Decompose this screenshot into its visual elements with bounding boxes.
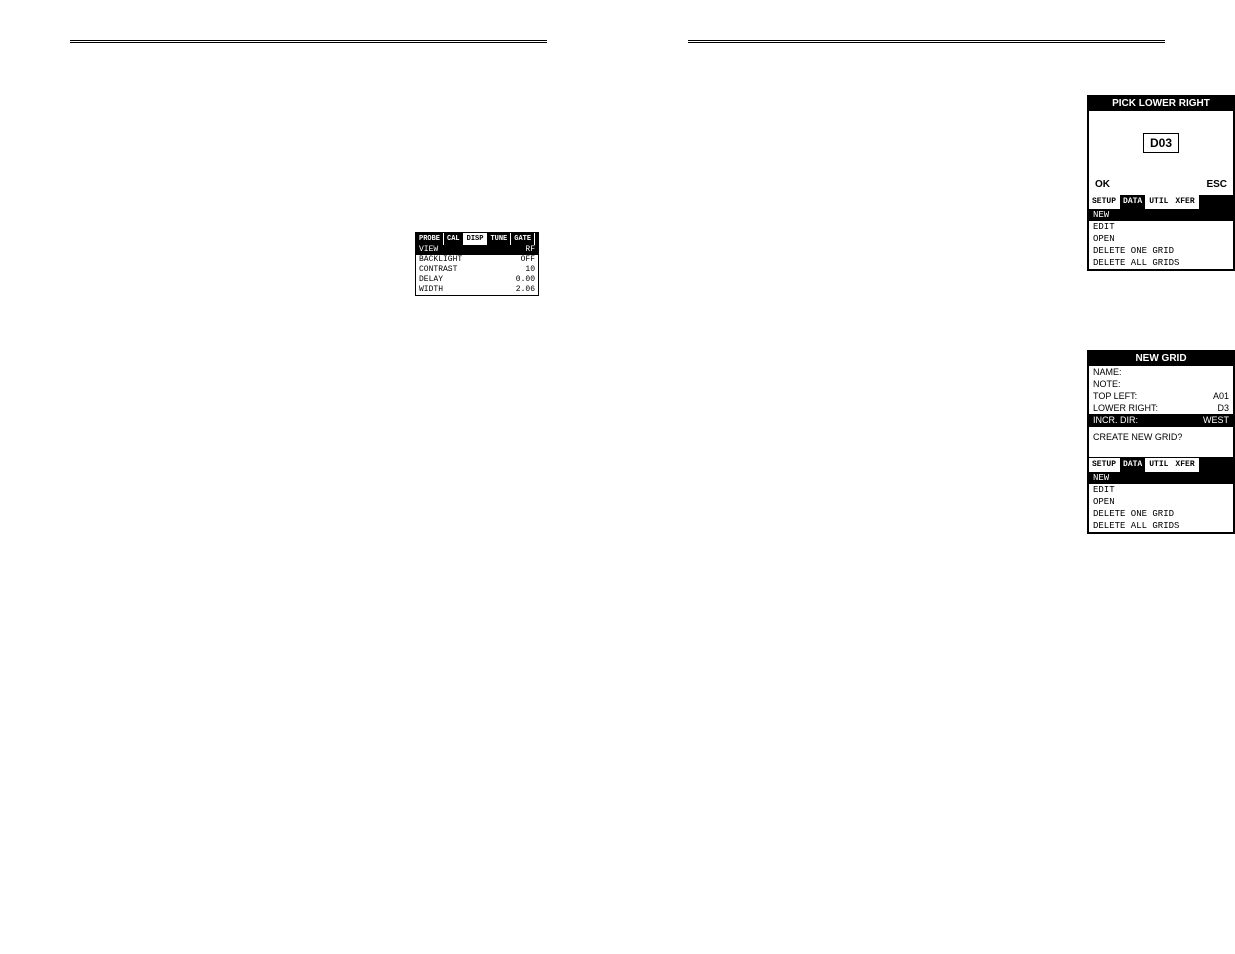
tab-setup[interactable]: SETUP [1089, 458, 1120, 472]
ok-button[interactable]: OK [1095, 179, 1110, 191]
row-label: CONTRAST [419, 265, 457, 275]
tab-cal[interactable]: CAL [444, 233, 464, 245]
param-top-left[interactable]: TOP LEFT: A01 [1089, 390, 1233, 402]
menu-edit[interactable]: EDIT [1089, 221, 1233, 233]
tab-tune[interactable]: TUNE [487, 233, 511, 245]
data-menu: NEW EDIT OPEN DELETE ONE GRID DELETE ALL… [1089, 472, 1233, 532]
param-value: A01 [1213, 390, 1229, 402]
screen-title: PICK LOWER RIGHT [1089, 97, 1233, 111]
display-tab-screenshot: PROBE CAL DISP TUNE GATE VIEW RF BACKLIG… [415, 232, 539, 296]
menu-delete-all[interactable]: DELETE ALL GRIDS [1089, 520, 1233, 532]
param-lower-right[interactable]: LOWER RIGHT: D3 [1089, 402, 1233, 414]
tab-probe[interactable]: PROBE [416, 233, 444, 245]
row-label: DELAY [419, 275, 443, 285]
data-menu: NEW EDIT OPEN DELETE ONE GRID DELETE ALL… [1089, 209, 1233, 269]
param-value: D3 [1217, 402, 1229, 414]
tab-row: SETUP DATA UTIL XFER [1089, 195, 1233, 209]
row-label: VIEW [419, 245, 438, 255]
menu-new[interactable]: NEW [1089, 209, 1233, 221]
param-label: NOTE: [1093, 378, 1121, 390]
param-note[interactable]: NOTE: [1089, 378, 1233, 390]
row-value: OFF [521, 255, 535, 265]
create-prompt[interactable]: CREATE NEW GRID? [1089, 426, 1233, 458]
screen-title: NEW GRID [1089, 352, 1233, 366]
tab-gate[interactable]: GATE [511, 233, 535, 245]
tab-row: PROBE CAL DISP TUNE GATE [416, 233, 538, 245]
tab-util[interactable]: UTIL [1146, 195, 1172, 209]
param-value: WEST [1203, 414, 1229, 426]
tab-data[interactable]: DATA [1120, 458, 1146, 472]
param-label: TOP LEFT: [1093, 390, 1137, 402]
tab-util[interactable]: UTIL [1146, 458, 1172, 472]
pick-lower-right-screenshot: PICK LOWER RIGHT D03 OK ESC SETUP DATA U… [1087, 95, 1235, 271]
menu-edit[interactable]: EDIT [1089, 484, 1233, 496]
row-label: BACKLIGHT [419, 255, 462, 265]
lower-right-value[interactable]: D03 [1143, 133, 1179, 153]
row-value: 2.06 [516, 285, 535, 295]
row-contrast[interactable]: CONTRAST 10 [416, 265, 538, 275]
param-incr-dir[interactable]: INCR. DIR: WEST [1089, 414, 1233, 426]
row-delay[interactable]: DELAY 0.00 [416, 275, 538, 285]
row-width[interactable]: WIDTH 2.06 [416, 285, 538, 295]
menu-open[interactable]: OPEN [1089, 233, 1233, 245]
tab-xfer[interactable]: XFER [1172, 195, 1198, 209]
row-backlight[interactable]: BACKLIGHT OFF [416, 255, 538, 265]
tab-xfer[interactable]: XFER [1172, 458, 1198, 472]
tab-disp[interactable]: DISP [464, 233, 488, 245]
value-area: D03 [1089, 111, 1233, 177]
tab-setup[interactable]: SETUP [1089, 195, 1120, 209]
param-label: LOWER RIGHT: [1093, 402, 1158, 414]
param-label: INCR. DIR: [1093, 414, 1138, 426]
menu-open[interactable]: OPEN [1089, 496, 1233, 508]
menu-new[interactable]: NEW [1089, 472, 1233, 484]
tab-data[interactable]: DATA [1120, 195, 1146, 209]
row-value: RF [525, 245, 535, 255]
page-rule [688, 40, 1165, 43]
row-value: 10 [525, 265, 535, 275]
page-rule [70, 40, 547, 43]
new-grid-screenshot: NEW GRID NAME: NOTE: TOP LEFT: A01 LOWER… [1087, 350, 1235, 534]
menu-delete-one[interactable]: DELETE ONE GRID [1089, 245, 1233, 257]
row-view[interactable]: VIEW RF [416, 245, 538, 255]
esc-button[interactable]: ESC [1206, 179, 1227, 191]
menu-delete-all[interactable]: DELETE ALL GRIDS [1089, 257, 1233, 269]
param-label: NAME: [1093, 366, 1122, 378]
tab-row: SETUP DATA UTIL XFER [1089, 458, 1233, 472]
menu-delete-one[interactable]: DELETE ONE GRID [1089, 508, 1233, 520]
row-value: 0.00 [516, 275, 535, 285]
params-area: NAME: NOTE: TOP LEFT: A01 LOWER RIGHT: D… [1089, 366, 1233, 426]
row-label: WIDTH [419, 285, 443, 295]
param-name[interactable]: NAME: [1089, 366, 1233, 378]
